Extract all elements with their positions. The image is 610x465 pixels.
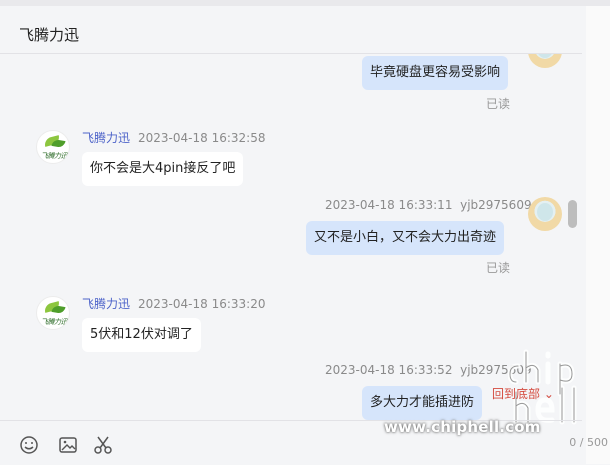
sender-name[interactable]: yjb2975609 xyxy=(460,198,532,212)
timestamp: 2023-04-18 16:33:52 xyxy=(325,363,453,377)
timestamp: 2023-04-18 16:33:11 xyxy=(325,198,453,212)
message-meta: 2023-04-18 16:33:11 yjb2975609 xyxy=(325,198,532,212)
peer-avatar[interactable]: 飞腾力迅 xyxy=(36,130,70,164)
logo-leaf-icon xyxy=(51,304,66,315)
scissors-icon[interactable] xyxy=(93,435,113,455)
char-counter: 0 / 500 xyxy=(569,436,608,449)
chat-header: 飞腾力迅 xyxy=(0,6,582,54)
timestamp: 2023-04-18 16:33:20 xyxy=(138,297,266,311)
image-icon[interactable] xyxy=(58,435,78,455)
timestamp: 2023-04-18 16:32:58 xyxy=(138,131,266,145)
peer-avatar-logo-text: 飞腾力迅 xyxy=(41,318,68,326)
sender-name[interactable]: 飞腾力迅 xyxy=(82,131,130,145)
sender-name[interactable]: 飞腾力迅 xyxy=(82,297,130,311)
message-meta: 2023-04-18 16:33:52 yjb2975609 xyxy=(325,363,532,377)
message-list[interactable]: 毕竟硬盘更容易受影响 已读 飞腾力迅 飞腾力迅 2023-04-18 16:32:… xyxy=(0,54,582,420)
emoji-icon[interactable] xyxy=(19,435,39,455)
message-bubble[interactable]: 多大力才能插进防 xyxy=(362,386,483,420)
self-avatar[interactable] xyxy=(528,54,562,68)
message-meta: 飞腾力迅 2023-04-18 16:33:20 xyxy=(82,295,265,312)
message-bubble[interactable]: 你不会是大4pin接反了吧 xyxy=(82,152,244,186)
message-meta: 飞腾力迅 2023-04-18 16:32:58 xyxy=(82,129,265,146)
read-status: 已读 xyxy=(486,97,511,111)
page-title: 飞腾力迅 xyxy=(19,26,80,44)
logo-leaf-icon xyxy=(51,138,66,149)
message-bubble[interactable]: 毕竟硬盘更容易受影响 xyxy=(362,56,509,90)
message-bubble[interactable]: 又不是小白，又不会大力出奇迹 xyxy=(306,221,505,255)
goto-bottom-link[interactable]: 回到底部 ⌄ xyxy=(492,385,554,402)
goto-bottom-label: 回到底部 xyxy=(492,387,541,401)
message-bubble[interactable]: 5伏和12伏对调了 xyxy=(82,318,201,352)
peer-avatar-logo-text: 飞腾力迅 xyxy=(41,152,68,160)
chevron-down-icon: ⌄ xyxy=(543,387,554,401)
read-status: 已读 xyxy=(486,261,511,275)
self-avatar[interactable] xyxy=(528,197,562,231)
peer-avatar[interactable]: 飞腾力迅 xyxy=(36,296,70,330)
scrollbar-thumb[interactable] xyxy=(568,200,577,228)
watermark-site: www.chiphell.com xyxy=(384,418,541,436)
